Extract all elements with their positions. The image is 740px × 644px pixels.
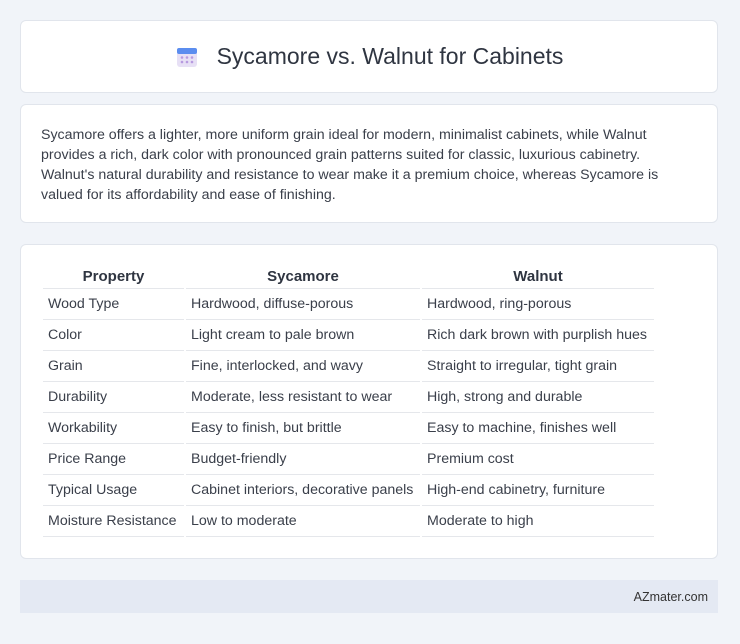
cell-property: Grain xyxy=(43,351,184,382)
cell-property: Durability xyxy=(43,382,184,413)
table-row: Workability Easy to finish, but brittle Ea… xyxy=(43,413,654,444)
table-row: Typical Usage Cabinet interiors, decorati… xyxy=(43,475,654,506)
cell-property: Workability xyxy=(43,413,184,444)
column-header-property: Property xyxy=(43,265,184,289)
header-card: Sycamore vs. Walnut for Cabinets xyxy=(20,20,718,93)
cell-walnut: Rich dark brown with purplish hues xyxy=(422,320,654,351)
calendar-icon xyxy=(175,45,199,69)
comparison-table: Property Sycamore Walnut Wood Type Hardwo… xyxy=(41,265,656,537)
cell-walnut: Straight to irregular, tight grain xyxy=(422,351,654,382)
table-header-row: Property Sycamore Walnut xyxy=(43,265,654,289)
cell-walnut: Easy to machine, finishes well xyxy=(422,413,654,444)
title-wrap: Sycamore vs. Walnut for Cabinets xyxy=(175,43,564,70)
cell-property: Moisture Resistance xyxy=(43,506,184,537)
cell-sycamore: Moderate, less resistant to wear xyxy=(186,382,420,413)
intro-card: Sycamore offers a lighter, more uniform … xyxy=(20,104,718,223)
cell-walnut: High-end cabinetry, furniture xyxy=(422,475,654,506)
column-header-sycamore: Sycamore xyxy=(186,265,420,289)
footer-brand: AZmater.com xyxy=(633,589,708,604)
cell-walnut: Moderate to high xyxy=(422,506,654,537)
cell-property: Typical Usage xyxy=(43,475,184,506)
cell-sycamore: Hardwood, diffuse-porous xyxy=(186,289,420,320)
comparison-card: Property Sycamore Walnut Wood Type Hardwo… xyxy=(20,244,718,559)
cell-sycamore: Cabinet interiors, decorative panels xyxy=(186,475,420,506)
cell-property: Price Range xyxy=(43,444,184,475)
cell-property: Wood Type xyxy=(43,289,184,320)
table-row: Wood Type Hardwood, diffuse-porous Hardwoo… xyxy=(43,289,654,320)
table-row: Grain Fine, interlocked, and wavy Straight… xyxy=(43,351,654,382)
cell-sycamore: Light cream to pale brown xyxy=(186,320,420,351)
cell-sycamore: Low to moderate xyxy=(186,506,420,537)
cell-walnut: Hardwood, ring-porous xyxy=(422,289,654,320)
table-row: Price Range Budget-friendly Premium cost xyxy=(43,444,654,475)
cell-walnut: Premium cost xyxy=(422,444,654,475)
intro-text: Sycamore offers a lighter, more uniform … xyxy=(41,127,659,203)
footer: AZmater.com xyxy=(20,580,718,613)
cell-sycamore: Fine, interlocked, and wavy xyxy=(186,351,420,382)
page-title: Sycamore vs. Walnut for Cabinets xyxy=(216,43,564,69)
cell-sycamore: Easy to finish, but brittle xyxy=(186,413,420,444)
cell-walnut: High, strong and durable xyxy=(422,382,654,413)
column-header-walnut: Walnut xyxy=(422,265,654,289)
table-row: Moisture Resistance Low to moderate Modera… xyxy=(43,506,654,537)
table-row: Color Light cream to pale brown Rich dark … xyxy=(43,320,654,351)
table-body: Wood Type Hardwood, diffuse-porous Hardwoo… xyxy=(43,289,654,537)
table-row: Durability Moderate, less resistant to we… xyxy=(43,382,654,413)
cell-sycamore: Budget-friendly xyxy=(186,444,420,475)
cell-property: Color xyxy=(43,320,184,351)
